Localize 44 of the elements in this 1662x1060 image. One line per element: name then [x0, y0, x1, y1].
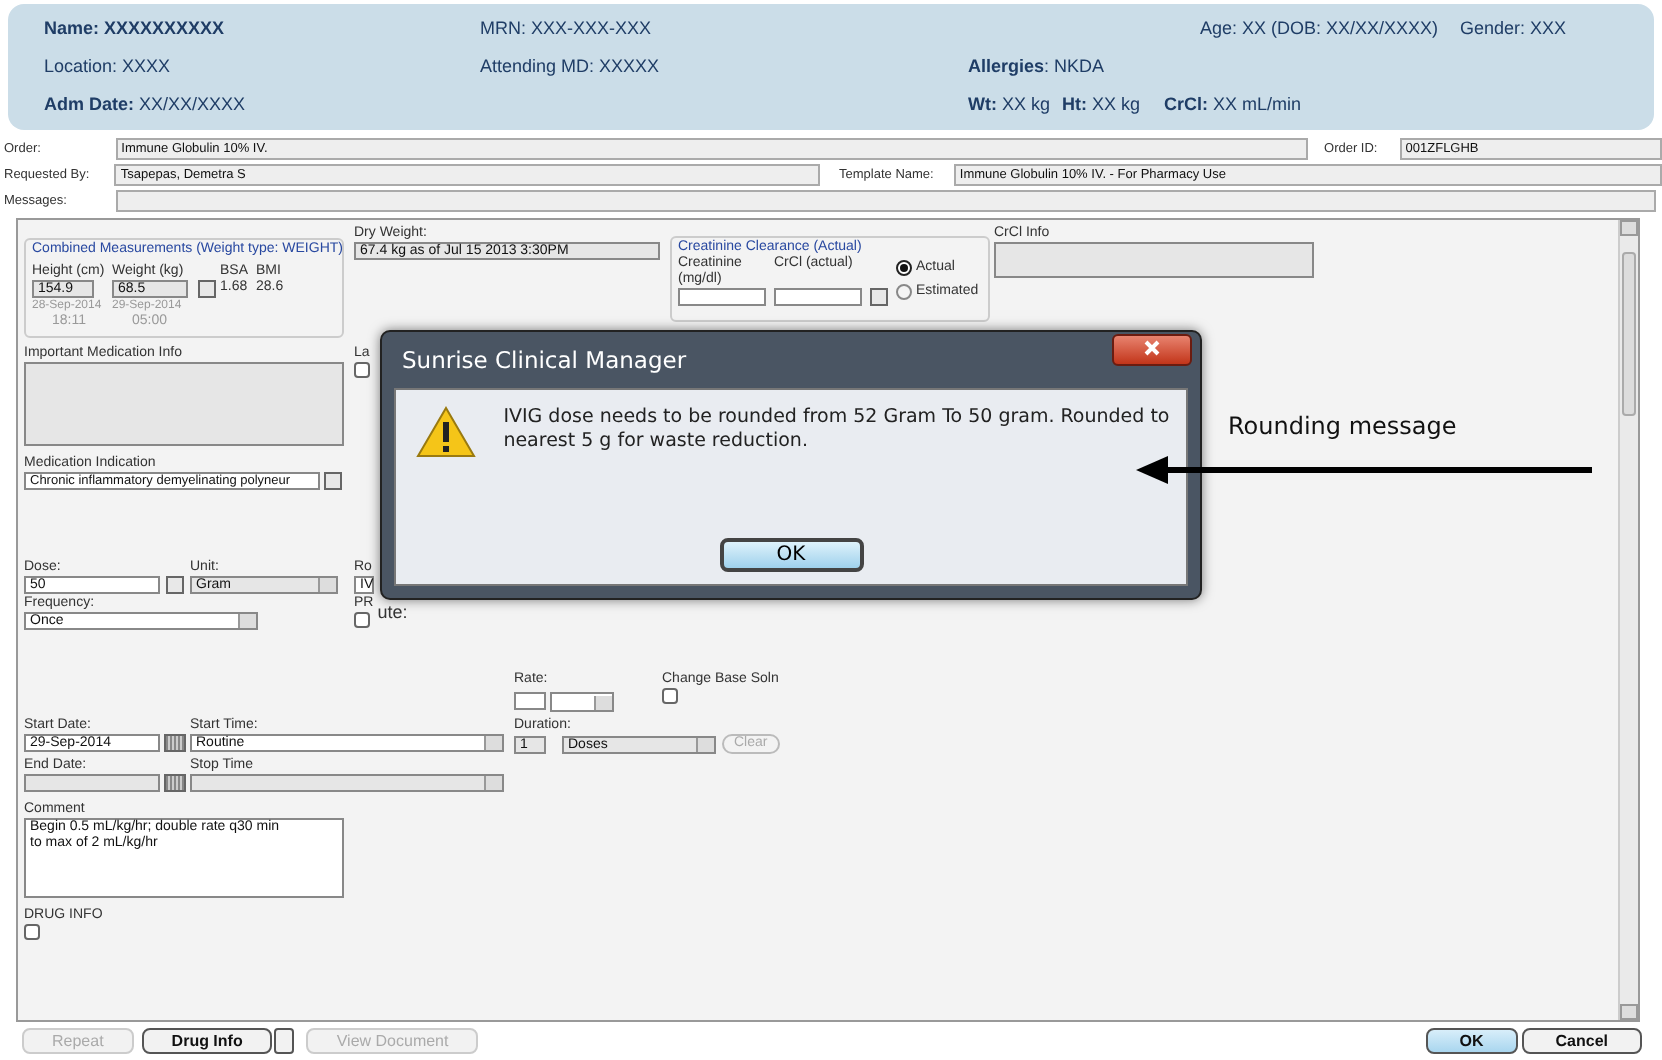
calculator-button[interactable] [166, 576, 184, 594]
footer-button[interactable]: Drug Info [141, 1028, 273, 1054]
patient-info-text: Name: XXXXXXXXXX [44, 17, 225, 37]
ok-button[interactable]: OK [719, 538, 863, 572]
close-button[interactable] [1112, 334, 1192, 366]
end-date-field[interactable] [24, 774, 160, 792]
scrollbar[interactable] [1618, 220, 1638, 1020]
patient-info-text: Location: XXXX [44, 55, 171, 75]
rate-field[interactable] [514, 692, 546, 710]
patient-info-text: Adm Date: XX/XX/XXXX [44, 93, 246, 113]
patient-info-text: Wt: XX kg [968, 93, 1051, 113]
dialog-message: IVIG dose needs to be rounded from 52 Gram To 50 gram. Rounded to nearest 5 g for waste reduction. [503, 406, 1172, 456]
calendar-icon[interactable] [164, 774, 186, 792]
crcl-info-field[interactable] [994, 242, 1314, 278]
annotation-text: Rounding message [1228, 412, 1457, 440]
warning-icon [416, 406, 476, 458]
patient-info-text: MRN: XXX-XXX-XXX [480, 17, 652, 37]
patient-info-text: Ht: XX kg [1062, 93, 1141, 113]
messages-field[interactable] [116, 189, 1656, 211]
patient-info-text: Gender: XXX [1460, 17, 1567, 37]
creatinine-field[interactable] [678, 288, 766, 306]
stop-time-dropdown[interactable] [190, 774, 504, 792]
dialog-title: Sunrise Clinical Manager [402, 346, 687, 374]
radio-button[interactable] [896, 284, 912, 300]
radio-button[interactable] [896, 260, 912, 276]
ok-button[interactable]: OK [1425, 1028, 1518, 1054]
patient-info-text: CrCl: XX mL/min [1164, 93, 1302, 113]
patient-info-text: Attending MD: XXXXX [480, 55, 660, 75]
calendar-icon[interactable] [164, 734, 186, 752]
crcl-field[interactable] [774, 288, 862, 306]
patient-info-text: Allergies: NKDA [968, 55, 1105, 75]
close-icon [1144, 339, 1160, 355]
patient-info-text: Age: XX (DOB: XX/XX/XXXX) [1200, 17, 1439, 37]
rate-unit-dropdown[interactable] [549, 692, 614, 712]
checkbox[interactable] [24, 924, 40, 940]
field-label: ute: [377, 604, 408, 620]
lookup-button[interactable] [324, 472, 342, 490]
calculator-button[interactable] [870, 288, 888, 306]
checkbox[interactable] [354, 362, 370, 378]
medication-info-field[interactable] [24, 362, 344, 446]
checkbox[interactable] [662, 688, 678, 704]
cancel-button[interactable]: Cancel [1521, 1028, 1642, 1054]
checkbox[interactable] [354, 612, 370, 628]
calculator-button[interactable] [198, 280, 216, 298]
